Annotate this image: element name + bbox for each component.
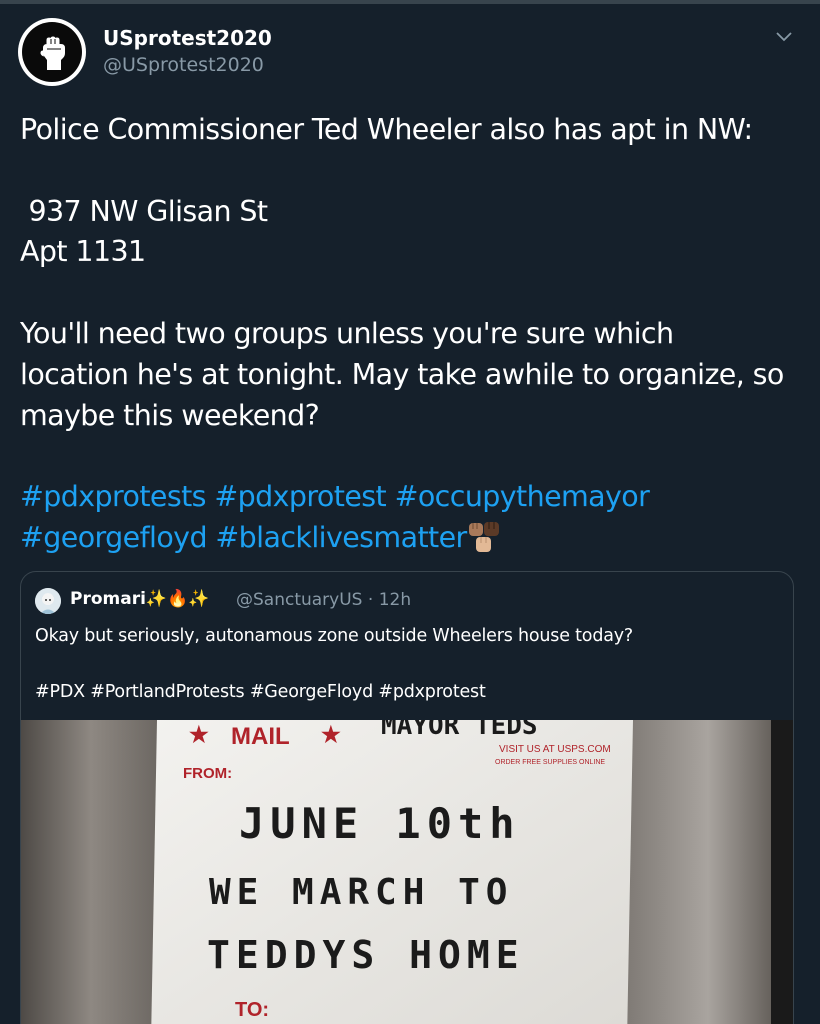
raised-fists-emoji-icon xyxy=(468,521,499,552)
hashtag-link[interactable]: #blacklivesmatter xyxy=(215,521,467,554)
quoted-display-name-text: Promari xyxy=(70,589,146,609)
author-display-name[interactable]: USprotest2020 xyxy=(103,26,272,50)
quoted-tweet-photo[interactable]: ★ MAIL ★ MAYOR TEDS VISIT US AT USPS.COM… xyxy=(21,720,793,1024)
quoted-display-name[interactable]: Promari✨🔥✨ xyxy=(70,589,209,609)
top-divider xyxy=(0,0,820,4)
quoted-text-line: Okay but seriously, autonamous zone outs… xyxy=(35,626,633,646)
quoted-tweet-body: Okay but seriously, autonamous zone outs… xyxy=(35,622,775,706)
fire-emoji-icon: 🔥 xyxy=(167,589,189,609)
label-from: FROM: xyxy=(183,765,232,782)
quoted-tweet-card[interactable]: Promari✨🔥✨ @SanctuaryUS · 12h Okay but s… xyxy=(20,571,794,1024)
tweet-body: Police Commissioner Ted Wheeler also has… xyxy=(20,110,810,559)
hashtag-link[interactable]: #georgefloyd xyxy=(20,521,208,554)
svg-text:MAIL: MAIL xyxy=(231,723,290,750)
author-avatar[interactable] xyxy=(18,18,86,86)
quoted-hashtags: #PDX #PortlandProtests #GeorgeFloyd #pdx… xyxy=(35,682,486,702)
tweet-line: maybe this weekend? xyxy=(20,398,320,432)
chevron-down-icon[interactable] xyxy=(774,28,794,44)
svg-text:★: ★ xyxy=(321,722,341,747)
label-to: TO: xyxy=(235,999,269,1021)
hashtag-line: #georgefloyd #blacklivesmatter xyxy=(20,518,810,559)
hashtag-link[interactable]: #pdxprotest xyxy=(214,480,386,513)
handwriting-line1: JUNE 10th xyxy=(239,799,521,848)
quoted-blank-line xyxy=(35,650,775,678)
sparkles-emoji-icon: ✨ xyxy=(145,589,168,609)
tweet-line: location he's at tonight. May take awhil… xyxy=(20,357,784,391)
quoted-handle[interactable]: @SanctuaryUS xyxy=(236,590,362,610)
hashtag-link[interactable]: #occupythemayor xyxy=(395,480,650,513)
header-scrawl: MAYOR TEDS xyxy=(381,720,538,741)
hashtag-link[interactable]: #pdxprotests xyxy=(20,480,207,513)
tweet-line: You'll need two groups unless you're sur… xyxy=(20,316,674,350)
tweet-line: Police Commissioner Ted Wheeler also has… xyxy=(20,113,753,146)
author-handle[interactable]: @USprotest2020 xyxy=(103,54,264,76)
sparkles-emoji-icon: ✨ xyxy=(188,589,210,609)
quoted-author-avatar[interactable] xyxy=(35,588,61,614)
dot-separator: · xyxy=(367,590,374,610)
svg-text:★: ★ xyxy=(189,722,209,747)
raised-fist-logo-icon xyxy=(22,22,82,82)
quoted-handle-time[interactable]: @SanctuaryUS · 12h xyxy=(236,590,411,610)
stamp-text: VISIT US AT USPS.COM xyxy=(499,744,611,755)
quoted-timestamp[interactable]: 12h xyxy=(379,590,411,610)
tweet-line: Apt 1131 xyxy=(20,235,146,269)
handwriting-line3: TEDDYS HOME xyxy=(207,933,525,977)
hashtag-line: #pdxprotests #pdxprotest #occupythemayor xyxy=(20,477,810,518)
stamp-text-2: ORDER FREE SUPPLIES ONLINE xyxy=(495,759,605,766)
handwriting-line2: WE MARCH TO xyxy=(209,872,513,913)
tweet-line: 937 NW Glisan St xyxy=(20,194,268,228)
